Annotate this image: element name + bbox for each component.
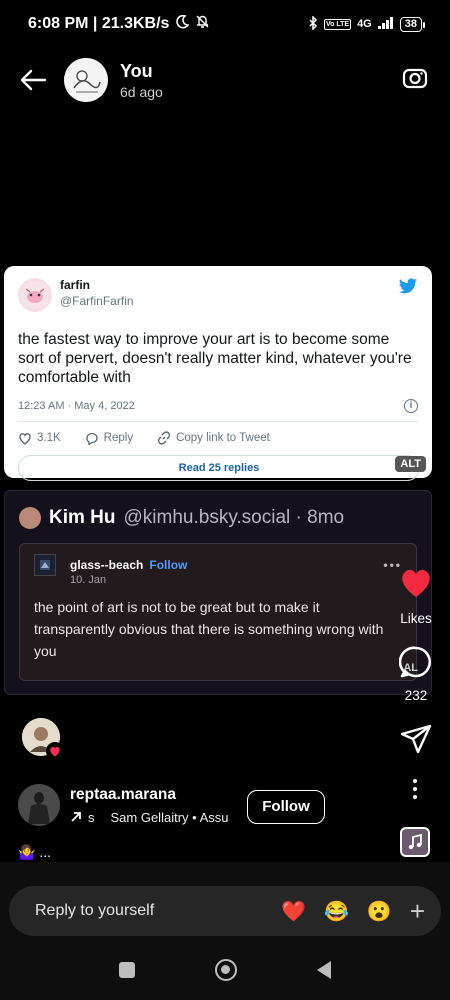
reel-user: reptaa.marana s Sam Gellaitry • Assu [18,784,228,826]
quoted-follow-label: Follow [149,558,188,572]
quick-reactions: ❤️ 😂 😮 + [281,896,425,927]
network-type: 4G [357,18,372,30]
quoted-date: 10. Jan [70,574,107,586]
comment-count: 232 [404,688,428,703]
tweet-avatar [18,278,52,312]
bsky-author-name: Kim Hu [49,507,116,528]
reel-avatar[interactable] [18,784,60,826]
read-replies-button: Read 25 replies [18,455,420,481]
heart-badge-icon [46,742,64,760]
reply-bubble-icon [86,432,98,445]
signal-icon [377,16,394,32]
home-button[interactable] [215,959,237,981]
quoted-username: glass--beach [70,558,144,572]
story-time: 6d ago [120,83,163,100]
add-reaction-button[interactable]: + [410,896,425,927]
story-header: You 6d ago [0,50,450,110]
vertical-dots-icon [413,779,417,799]
tweet-like-count: 3.1K [37,432,61,444]
camera-button[interactable] [402,65,428,96]
volte-badge: Vo LTE [323,18,352,30]
tweet-text: the fastest way to improve your art is t… [18,331,412,386]
system-nav-bar [0,940,450,1000]
camera-icon [402,68,428,88]
reel-audio[interactable]: s Sam Gellaitry • Assu [70,810,228,825]
reaction-laugh[interactable]: 😂 [324,899,349,924]
back-button[interactable] [16,63,50,97]
comment-bubble-icon [398,646,432,678]
music-thumbnail[interactable] [400,827,430,857]
heart-outline-icon [19,432,31,445]
bsky-avatar [19,507,41,529]
tweet-author-handle: @FarfinFarfin [60,294,134,308]
status-bar: 6:08 PM | 21.3KB/s Vo LTE 4G 38 [0,0,450,48]
quoted-text: the point of art is not to be great but … [34,599,384,659]
quoted-avatar [34,554,56,576]
reel-audio-prefix: s [88,809,95,825]
like-button[interactable] [398,568,434,603]
recents-button[interactable] [119,962,135,978]
comment-button[interactable] [398,645,433,684]
reel-audio-title: Sam Gellaitry • Assu [110,809,229,825]
reel-caption[interactable]: 🤷‍♀️ ... [18,844,51,861]
avatar[interactable] [64,58,108,102]
reaction-wow[interactable]: 😮 [367,899,392,924]
bsky-handle-time: @kimhu.bsky.social · 8mo [123,507,345,528]
tweet-reply: Reply [85,432,133,445]
reel-username[interactable]: reptaa.marana [70,786,228,804]
moon-icon [175,14,190,34]
follow-button[interactable]: Follow [247,790,325,824]
tweet-reply-label: Reply [103,432,134,444]
music-note-icon [408,833,422,850]
divider [18,421,418,422]
arrow-left-icon [20,69,47,91]
arrow-up-right-icon [71,812,81,822]
more-options-button[interactable] [408,778,422,805]
twitter-bird-icon [398,278,418,300]
reply-placeholder: Reply to yourself [35,902,155,919]
likes-label[interactable]: Likes [392,611,440,626]
bell-off-icon [195,14,210,34]
send-icon [400,724,432,754]
tweet-like: 3.1K [18,432,61,445]
tweet-copy-link: Copy link to Tweet [157,431,270,445]
tweet-card: farfin @FarfinFarfin the fastest way to … [4,266,432,481]
info-icon: i [404,399,418,413]
heart-filled-icon [402,569,430,597]
tweet-copy-label: Copy link to Tweet [176,432,270,444]
reaction-heart[interactable]: ❤️ [281,899,306,924]
quoted-post: glass--beach Follow ••• 10. Jan the poin… [19,543,418,681]
battery-indicator: 38 [399,16,426,32]
tweet-author-name: farfin [60,278,90,292]
reply-input[interactable]: Reply to yourself ❤️ 😂 😮 + [9,886,441,936]
tweet-timestamp: 12:23 AM · May 4, 2022 [18,400,135,412]
share-button[interactable] [400,724,432,759]
story-username: You [120,60,153,81]
bluesky-post-card: Kim Hu @kimhu.bsky.social · 8mo glass--b… [4,490,432,695]
bluetooth-icon [308,14,318,33]
back-nav-button[interactable] [317,961,331,979]
status-time-speed: 6:08 PM | 21.3KB/s [28,15,170,32]
link-icon [158,431,171,445]
alt-badge[interactable]: ALT [395,456,426,472]
